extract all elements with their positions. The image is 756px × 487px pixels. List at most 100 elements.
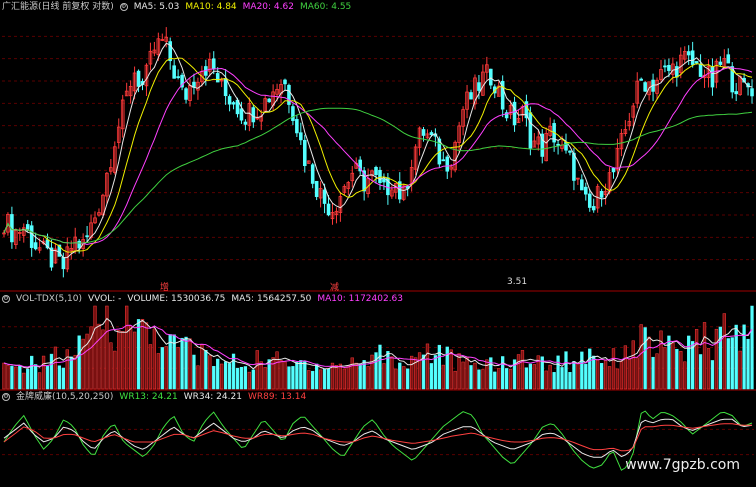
candle-body [374,166,378,176]
volume-bar [588,348,592,390]
volume-bar [449,349,453,390]
volume-bar [691,341,695,390]
volume-bar [437,344,441,390]
volume-bar [315,363,319,390]
gear-icon[interactable]: ⚙ [2,295,10,303]
candle-body [710,65,715,88]
candle-body [587,193,592,208]
volume-bar [508,368,513,390]
volume-bar [390,356,394,390]
volume-bar [26,368,30,390]
volume-bar [152,328,157,390]
vvol-label: VVOL: - [88,294,122,304]
volume-bar [445,346,449,390]
volume-bar [132,331,137,390]
stock-chart-window: 广汇能源(日线 前复权 对数) ⚙ MA5: 5.03 MA10: 4.84 M… [0,0,756,487]
volume-bar [429,363,434,390]
volume-bar [41,355,46,390]
volume-bar [121,331,125,390]
volume-bar [497,368,501,390]
volume-bar [140,318,145,390]
volume-bar [410,355,414,390]
volume-bar [406,368,410,390]
candle-body [726,54,731,64]
volume-bar [358,363,362,390]
volume-bar [30,355,34,390]
gear-icon[interactable]: ⚙ [119,3,128,11]
volume-bar [144,322,149,390]
candle-body [223,78,228,97]
volume-bar [746,338,750,390]
candle-body [378,169,382,184]
candle-body [251,107,256,123]
ind-title[interactable]: 金牌威廉(10,5,20,250) [16,391,113,403]
candle-body [686,51,691,56]
volume-bar [679,351,683,390]
candle-body [287,84,291,105]
candle-body [243,121,248,125]
volume-bar [53,346,58,390]
ma60-label: MA60: 4.55 [299,2,352,12]
volume-bar [342,368,346,390]
volume-bar [34,364,38,390]
volume-bar [303,361,307,390]
volume-bar [231,353,236,390]
wr13-label: WR13: 24.21 [119,392,178,402]
volume-bar [235,367,240,390]
candle-body [477,82,481,91]
candle-body [469,92,473,100]
volume-bar [520,350,525,390]
candle-body [643,82,647,92]
volume-bar [156,353,160,390]
volume-bar [200,344,204,390]
volume-bar [619,361,624,390]
volume-bar [93,305,97,390]
watermark: www.7gpzb.com [625,457,740,473]
volume-bar [299,360,303,390]
candle-body [599,190,604,198]
volume-bar [49,353,54,390]
volume-bar [671,342,675,390]
volume-bar [14,366,18,390]
volume-bar [481,369,485,390]
candle-body [33,242,38,250]
candle-body [382,178,386,183]
volume-bar [354,362,358,390]
volume-bar [374,352,378,390]
volume-bar [675,348,679,390]
volume-bar [524,367,529,390]
volume-bar [322,368,327,390]
volume-bar [698,354,703,390]
volume-bar [433,355,438,390]
volume-bar [180,337,184,390]
candle-body [25,224,30,230]
volume-bar [188,338,192,390]
volume-bar [453,370,457,390]
volume-bar [350,357,354,390]
candle-body [283,79,287,85]
volume-bar [10,365,14,390]
volume-bar [318,369,323,390]
volume-header: ⚙ VOL-TDX(5,10) VVOL: - VOLUME: 1530036.… [2,293,403,305]
candle-body [291,106,295,121]
volume-bar [117,330,121,390]
main-title[interactable]: 广汇能源(日线 前复权 对数) [2,1,114,13]
candle-body [667,65,671,71]
chart-canvas[interactable] [0,0,756,487]
candle-body [556,143,560,146]
vol-title[interactable]: VOL-TDX(5,10) [16,293,82,305]
volume-bar [346,365,350,390]
volume-bar [160,347,164,390]
volume-bar [125,305,129,390]
gear-icon[interactable]: ⚙ [2,393,10,401]
volume-bar [504,368,509,390]
candle-body [302,139,307,167]
candle-body [326,203,331,216]
candle-body [580,179,584,191]
volume-bar [663,347,667,390]
price-note: 3.51 [507,277,528,287]
volume-bar [164,346,168,390]
volume-bar [623,345,628,390]
volume-bar [592,355,596,390]
candle-body [734,91,738,95]
